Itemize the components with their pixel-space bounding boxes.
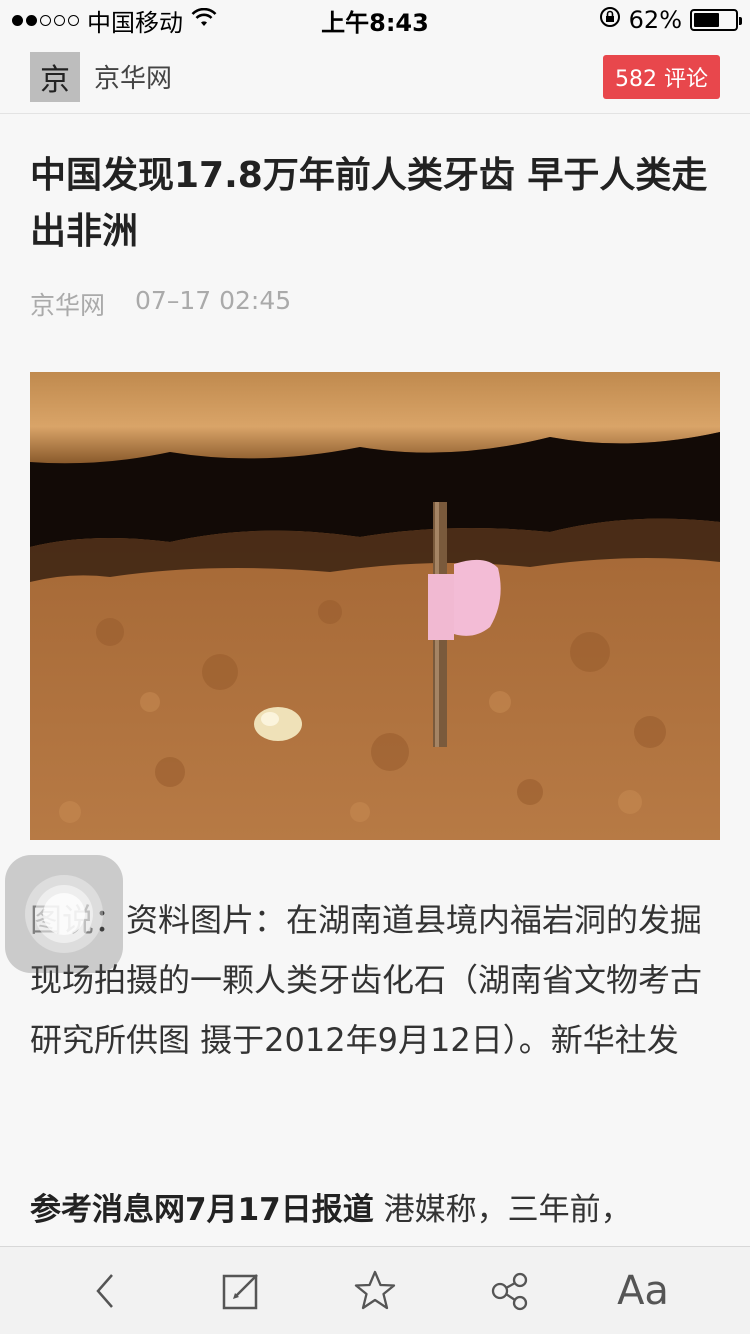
article-header: 京 京华网 582 评论 [0,40,750,114]
font-size-icon: Aa [617,1267,669,1314]
battery-fill [694,13,719,27]
status-right: 62% [599,6,742,34]
favorite-button[interactable] [345,1261,405,1321]
font-size-button[interactable]: Aa [613,1261,673,1321]
bottom-toolbar: Aa [0,1246,750,1334]
article-time: 07–17 02:45 [135,286,292,315]
battery-percentage: 62% [628,6,682,34]
lead-text: 港媒称，三年前， [373,1192,632,1228]
rotation-lock-icon [599,6,621,34]
article-photo[interactable] [30,372,720,840]
status-left: 中国移动 [12,3,217,38]
wifi-icon [191,6,217,34]
share-button[interactable] [479,1261,539,1321]
edit-icon [222,1273,258,1309]
lead-dateline: 参考消息网7月17日报道 [30,1192,374,1228]
cave-excavation-image [30,372,720,840]
photo-caption: 图说：资料图片：在湖南道县境内福岩洞的发掘现场拍摄的一颗人类牙齿化石（湖南省文物… [30,901,703,1059]
battery-icon [690,9,742,31]
article-lead: 参考消息网7月17日报道 港媒称，三年前， [30,1180,720,1240]
status-bar: 中国移动 上午8:43 62% [0,0,750,40]
source-logo[interactable]: 京 [30,51,80,102]
write-comment-button[interactable] [211,1261,271,1321]
back-button[interactable] [77,1261,137,1321]
chevron-left-icon [96,1273,113,1308]
article-body: 中国发现17.8万年前人类牙齿 早于人类走出非洲 京华网 07–17 02:45 [30,114,720,322]
star-icon [354,1270,396,1309]
carrier-name: 中国移动 [87,8,183,37]
signal-strength-icon [12,14,79,26]
article-title: 中国发现17.8万年前人类牙齿 早于人类走出非洲 [30,155,708,252]
share-icon [491,1272,528,1310]
article-source: 京华网 [30,291,106,320]
assistive-touch-button[interactable] [5,855,123,973]
article-meta: 京华网 07–17 02:45 [30,286,720,322]
comment-count-button[interactable]: 582 评论 [603,54,720,99]
source-name[interactable]: 京华网 [94,58,172,95]
